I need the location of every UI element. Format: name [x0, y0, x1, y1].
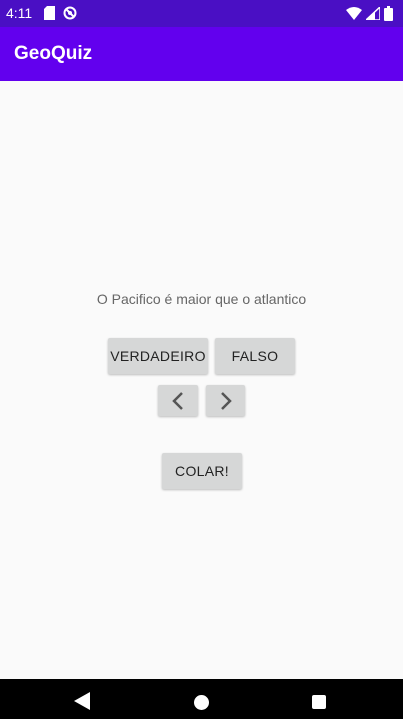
- status-bar: 4:11: [0, 0, 403, 27]
- recents-icon[interactable]: [312, 695, 326, 709]
- true-button[interactable]: VERDADEIRO: [108, 338, 208, 374]
- signal-icon: [366, 7, 380, 20]
- false-button-label: FALSO: [231, 348, 279, 364]
- home-icon[interactable]: [194, 695, 209, 710]
- battery-icon: [384, 6, 393, 21]
- question-text: O Pacifico é maior que o atlantico: [96, 291, 307, 307]
- sd-card-icon: [44, 6, 55, 20]
- app-bar: GeoQuiz: [0, 27, 403, 81]
- status-right-icons: [346, 6, 393, 21]
- next-button[interactable]: [206, 385, 245, 416]
- chevron-left-icon: [172, 391, 183, 410]
- false-button[interactable]: FALSO: [215, 338, 295, 374]
- status-left-icons: [44, 6, 77, 20]
- true-button-label: VERDADEIRO: [110, 348, 206, 364]
- no-disturb-icon: [63, 6, 77, 20]
- previous-button[interactable]: [158, 385, 198, 416]
- status-time: 4:11: [6, 5, 33, 21]
- wifi-icon: [346, 7, 362, 20]
- cheat-button-label: COLAR!: [175, 463, 229, 479]
- chevron-right-icon: [220, 391, 232, 410]
- app-title: GeoQuiz: [14, 43, 93, 64]
- back-icon[interactable]: [74, 692, 90, 710]
- navigation-bar: [0, 679, 403, 719]
- cheat-button[interactable]: COLAR!: [162, 453, 242, 489]
